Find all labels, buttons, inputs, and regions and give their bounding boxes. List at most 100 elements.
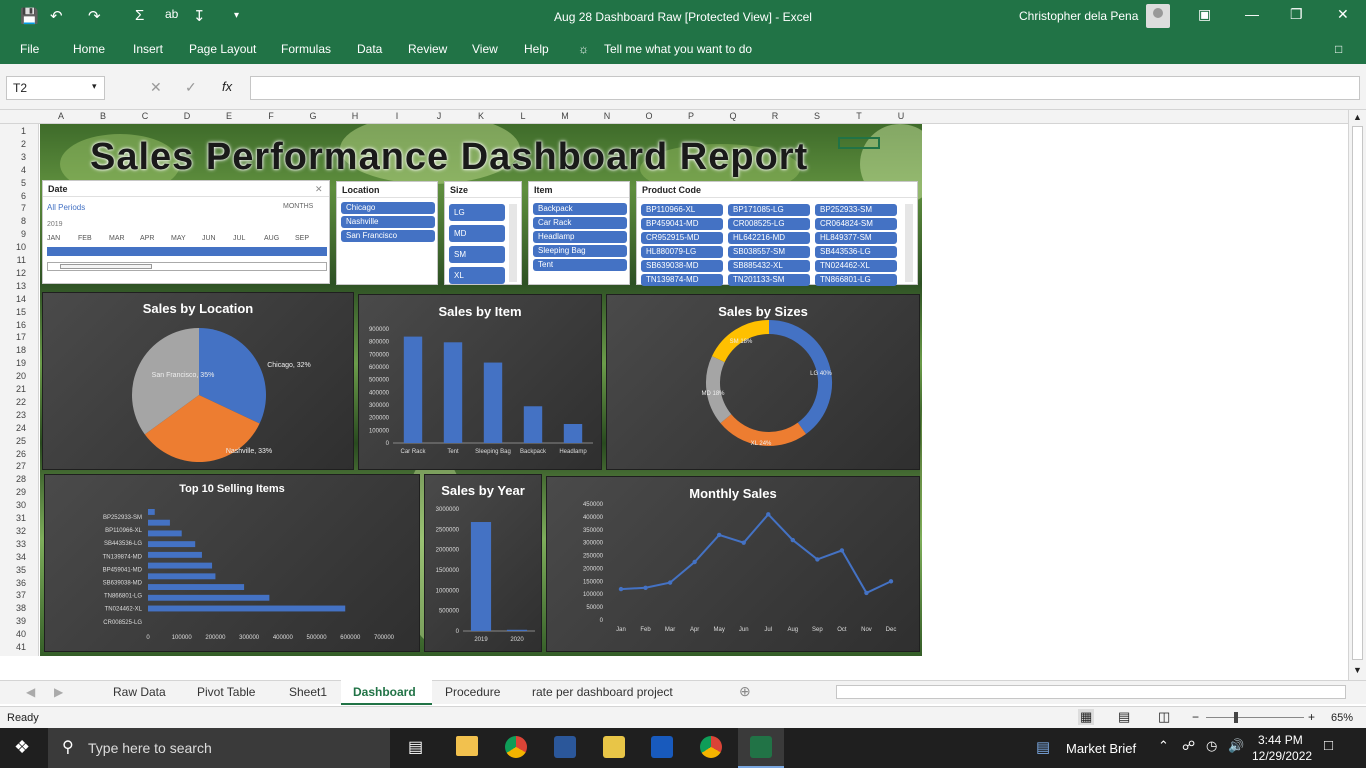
- product-item[interactable]: HL642216-MD: [728, 232, 810, 244]
- product-code-slicer[interactable]: Product Code BP110966-XL BP171085-LG BP252…: [636, 181, 918, 286]
- size-item[interactable]: LG: [449, 204, 505, 221]
- enter-icon[interactable]: ✓: [185, 79, 197, 96]
- bar[interactable]: [563, 424, 583, 443]
- prev-sheet-icon[interactable]: ◀: [26, 685, 35, 699]
- timeline-month[interactable]: JUL: [233, 235, 245, 242]
- row-header[interactable]: 1: [0, 126, 26, 136]
- bar[interactable]: [506, 629, 528, 631]
- product-item[interactable]: SB443536-LG: [815, 246, 897, 258]
- timeline-month[interactable]: FEB: [78, 235, 92, 242]
- chrome-icon[interactable]: [700, 736, 722, 758]
- product-item[interactable]: BP171085-LG: [728, 204, 810, 216]
- data-point[interactable]: [864, 590, 869, 596]
- comments-icon[interactable]: □: [1335, 42, 1342, 56]
- tab-help[interactable]: Help: [524, 42, 549, 56]
- row-header[interactable]: 21: [0, 384, 26, 394]
- column-header[interactable]: C: [124, 111, 166, 121]
- avatar[interactable]: [1146, 4, 1170, 28]
- row-header[interactable]: 33: [0, 539, 26, 549]
- size-scrollbar[interactable]: [509, 204, 517, 282]
- location-item[interactable]: San Francisco: [341, 230, 435, 242]
- timeline-scrollbar[interactable]: [47, 262, 327, 271]
- close-icon[interactable]: ✕: [1337, 6, 1349, 23]
- location-slicer[interactable]: Location Chicago Nashville San Francisco: [336, 181, 438, 285]
- date-timeline-slicer[interactable]: Date ✕ All Periods MONTHS 2019 JAN FEB MAR…: [42, 180, 330, 284]
- horizontal-scrollbar[interactable]: [836, 685, 1346, 699]
- column-header[interactable]: J: [418, 111, 460, 121]
- row-header[interactable]: 28: [0, 474, 26, 484]
- row-header[interactable]: 8: [0, 216, 26, 226]
- product-item[interactable]: BP459041-MD: [641, 218, 723, 230]
- size-item[interactable]: SM: [449, 246, 505, 263]
- zoom-level[interactable]: 65%: [1331, 712, 1353, 724]
- row-header[interactable]: 3: [0, 152, 26, 162]
- task-view-icon[interactable]: ▤: [408, 737, 423, 757]
- tray-chevron-icon[interactable]: ⌃: [1158, 738, 1169, 754]
- data-point[interactable]: [839, 548, 845, 553]
- zoom-thumb[interactable]: [1234, 712, 1238, 723]
- column-header[interactable]: U: [880, 111, 922, 121]
- row-header[interactable]: 19: [0, 358, 26, 368]
- location-item[interactable]: Nashville: [341, 216, 435, 228]
- file-explorer-icon[interactable]: [456, 736, 478, 756]
- column-header[interactable]: M: [544, 111, 586, 121]
- row-header[interactable]: 34: [0, 552, 26, 562]
- product-item[interactable]: SB885432-XL: [728, 260, 810, 272]
- tab-insert[interactable]: Insert: [133, 42, 163, 56]
- page-layout-view-icon[interactable]: ▤: [1118, 709, 1130, 725]
- cancel-icon[interactable]: ✕: [150, 79, 162, 96]
- notifications-icon[interactable]: □: [1324, 737, 1333, 754]
- name-box[interactable]: T2: [6, 76, 105, 100]
- size-slicer[interactable]: Size LG MD SM XL: [444, 181, 522, 285]
- bar[interactable]: [148, 519, 170, 526]
- timeline-bar[interactable]: [47, 247, 327, 256]
- bar[interactable]: [148, 584, 245, 590]
- app-icon[interactable]: [603, 736, 625, 758]
- column-header[interactable]: P: [670, 111, 712, 121]
- restore-icon[interactable]: ❐: [1290, 6, 1303, 23]
- bar[interactable]: [148, 551, 202, 558]
- timeline-month[interactable]: MAY: [171, 235, 186, 242]
- row-header[interactable]: 32: [0, 526, 26, 536]
- clear-filter-icon[interactable]: ✕: [315, 184, 323, 195]
- row-header[interactable]: 14: [0, 294, 26, 304]
- column-header[interactable]: H: [334, 111, 376, 121]
- timeline-month[interactable]: JAN: [47, 235, 60, 242]
- column-header[interactable]: R: [754, 111, 796, 121]
- product-item[interactable]: CR064824-SM: [815, 218, 897, 230]
- row-header[interactable]: 36: [0, 578, 26, 588]
- item-item[interactable]: Headlamp: [533, 231, 627, 243]
- minimize-icon[interactable]: —: [1245, 6, 1259, 22]
- column-header[interactable]: Q: [712, 111, 754, 121]
- app-icon[interactable]: [554, 736, 576, 758]
- item-item[interactable]: Backpack: [533, 203, 627, 215]
- zoom-slider[interactable]: [1206, 717, 1304, 718]
- next-sheet-icon[interactable]: ▶: [54, 685, 63, 699]
- row-header[interactable]: 2: [0, 139, 26, 149]
- tab-view[interactable]: View: [472, 42, 498, 56]
- column-header[interactable]: E: [208, 111, 250, 121]
- row-header[interactable]: 37: [0, 590, 26, 600]
- product-item[interactable]: TN866801-LG: [815, 274, 897, 286]
- row-header[interactable]: 40: [0, 629, 26, 639]
- row-header[interactable]: 10: [0, 242, 26, 252]
- scroll-down-icon[interactable]: ▼: [1353, 665, 1362, 675]
- clock-date[interactable]: 12/29/2022: [1252, 749, 1312, 763]
- row-header[interactable]: 31: [0, 513, 26, 523]
- column-header[interactable]: A: [40, 111, 82, 121]
- tab-home[interactable]: Home: [73, 42, 105, 56]
- word-icon[interactable]: [651, 736, 673, 758]
- insert-function-icon[interactable]: fx: [222, 79, 232, 94]
- zoom-out-icon[interactable]: −: [1192, 710, 1199, 724]
- bar[interactable]: [403, 336, 423, 443]
- donut-slice[interactable]: [768, 320, 832, 434]
- product-item[interactable]: SB639038-MD: [641, 260, 723, 272]
- product-scrollbar[interactable]: [905, 204, 913, 282]
- product-item[interactable]: TN201133-SM: [728, 274, 810, 286]
- bar[interactable]: [523, 406, 543, 443]
- wifi-icon[interactable]: ◷: [1206, 738, 1217, 754]
- timeline-month[interactable]: APR: [140, 235, 154, 242]
- column-header[interactable]: K: [460, 111, 502, 121]
- sheet-tab[interactable]: Pivot Table: [197, 685, 255, 699]
- name-box-dropdown-icon[interactable]: ▾: [92, 81, 97, 92]
